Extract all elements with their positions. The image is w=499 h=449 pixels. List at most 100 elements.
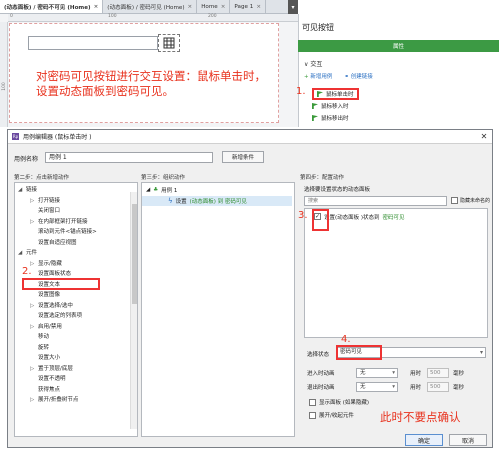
tree-item[interactable]: ▷ 在内部框架打开链接 bbox=[18, 217, 97, 228]
tab-label: 属性 bbox=[392, 44, 404, 50]
enter-animation-label: 进入时动画 bbox=[307, 371, 335, 377]
push-widgets-checkbox[interactable]: 展开/收起元件 bbox=[309, 411, 354, 419]
tree-item-label: 设置自适应视图 bbox=[38, 239, 77, 246]
event-mouseenter[interactable]: 鼠标移入时 bbox=[312, 102, 349, 110]
case-node[interactable]: ◢ ♣ 用例 1 bbox=[146, 186, 177, 194]
tree-item[interactable]: 设置不透明 bbox=[18, 374, 97, 385]
create-link-link[interactable]: ⚭ 创建链接 bbox=[344, 72, 372, 80]
highlight-box bbox=[336, 345, 382, 360]
tab-home[interactable]: Home × bbox=[197, 0, 231, 13]
expand-arrow-icon[interactable]: ◢ bbox=[18, 248, 26, 259]
action-prefix: 设置 bbox=[175, 199, 187, 205]
new-case-link[interactable]: + 新增用例 bbox=[304, 72, 332, 80]
tree-item[interactable]: ▷ 设置选择/选中 bbox=[18, 301, 97, 312]
highlight-box bbox=[312, 209, 329, 231]
vertical-ruler: 100 bbox=[0, 22, 8, 127]
tab-password-visible[interactable]: (动态面板) / 密码可见 (Home) × bbox=[103, 0, 198, 13]
close-icon[interactable]: ✕ bbox=[477, 131, 491, 142]
checkbox-box[interactable] bbox=[451, 197, 458, 204]
tree-item[interactable]: ◢ 元件 bbox=[18, 248, 97, 259]
tree-item-label: 在内部框架打开链接 bbox=[38, 218, 88, 225]
flag-icon bbox=[312, 103, 318, 109]
checkbox-box[interactable] bbox=[309, 411, 316, 419]
expand-arrow-icon[interactable]: ▷ bbox=[30, 322, 38, 333]
visible-button-widget[interactable] bbox=[158, 34, 180, 52]
case-name-input[interactable]: 用例 1 bbox=[45, 152, 213, 163]
event-label: 鼠标移入时 bbox=[321, 104, 349, 110]
tree-item[interactable]: ◢ 链接 bbox=[18, 185, 97, 196]
tree-item-label: 设置面板状态 bbox=[38, 271, 72, 277]
grid-icon bbox=[163, 37, 175, 49]
tab-properties[interactable]: 属性 bbox=[298, 40, 499, 52]
tree-item[interactable]: ▷ 展开/折叠树节点 bbox=[18, 395, 97, 406]
expand-arrow-icon[interactable]: ◢ bbox=[18, 185, 26, 196]
expand-arrow-icon[interactable]: ▷ bbox=[30, 217, 38, 228]
exit-duration-input[interactable]: 500 bbox=[427, 382, 449, 392]
close-icon[interactable]: × bbox=[188, 4, 193, 10]
widget-name: 可见按钮 bbox=[302, 23, 334, 32]
action-tree: ◢ 链接 ▷ 打开链接 关闭窗口 ▷ 在内部框架打开链接 滚动到元件<锚点链接> 设置自适应视图… bbox=[18, 185, 97, 406]
close-icon[interactable]: × bbox=[94, 4, 99, 10]
step-marker: 2. bbox=[22, 266, 32, 277]
tree-item[interactable]: 设置选定的列表项 bbox=[18, 311, 97, 322]
tree-item-label: 设置不透明 bbox=[38, 376, 66, 382]
tree-item-label: 打开链接 bbox=[38, 197, 61, 204]
action-item-selected[interactable]: ϟ 设置 (动态面板) 到 密码可见 bbox=[142, 196, 292, 206]
checkbox-label: 展开/收起元件 bbox=[319, 413, 354, 419]
panel-row-label: 设置(动态面板 )状态到 bbox=[324, 214, 380, 221]
tree-item-label: 启用/禁用 bbox=[38, 323, 62, 330]
exit-animation-label: 退出时动画 bbox=[307, 385, 335, 391]
enter-animation-select[interactable]: 无 bbox=[356, 368, 398, 378]
tree-item[interactable]: 设置大小 bbox=[18, 353, 97, 364]
expand-arrow-icon[interactable]: ▷ bbox=[30, 395, 38, 406]
checkbox-label: 显示面板 (如果隐藏) bbox=[319, 400, 370, 406]
close-icon[interactable]: × bbox=[221, 4, 226, 10]
tab-password-hidden[interactable]: (动态面板) / 密码不可见 (Home) × bbox=[0, 0, 104, 13]
hide-unnamed-checkbox[interactable]: 隐藏未命名的 bbox=[451, 197, 490, 204]
tree-item[interactable]: ▷ 置于顶层/底层 bbox=[18, 364, 97, 375]
tree-item[interactable]: 旋转 bbox=[18, 343, 97, 354]
interaction-section[interactable]: ∨ 交互 bbox=[304, 59, 322, 68]
panel-row-state: 密码可见 bbox=[382, 214, 405, 221]
annotation-text: 此时不要点确认 bbox=[380, 410, 461, 424]
enter-duration-input[interactable]: 500 bbox=[427, 368, 449, 378]
tree-item[interactable]: 滚动到元件<锚点链接> bbox=[18, 227, 97, 238]
expand-arrow-icon[interactable]: ▷ bbox=[30, 196, 38, 207]
tree-item[interactable]: 移动 bbox=[18, 332, 97, 343]
cancel-button[interactable]: 取消 bbox=[449, 434, 487, 446]
panel-search-input[interactable] bbox=[304, 196, 447, 206]
organize-actions-pane bbox=[141, 182, 295, 437]
event-onclick[interactable]: 鼠标单击时 bbox=[312, 88, 359, 100]
expand-arrow-icon[interactable]: ▷ bbox=[30, 364, 38, 375]
tab-page1[interactable]: Page 1 × bbox=[230, 0, 266, 13]
tree-item-label: 设置选定的列表项 bbox=[38, 313, 83, 319]
checkbox-box[interactable] bbox=[309, 398, 316, 406]
tree-item[interactable]: 获得焦点 bbox=[18, 385, 97, 396]
link-label: 创建链接 bbox=[350, 74, 373, 80]
tree-item[interactable]: 设置图像 bbox=[18, 290, 97, 301]
add-condition-button[interactable]: 新增条件 bbox=[222, 151, 264, 163]
tree-item-label: 旋转 bbox=[38, 344, 50, 351]
tree-item[interactable]: ▷ 启用/禁用 bbox=[18, 322, 97, 333]
tree-item[interactable]: 关闭窗口 bbox=[18, 206, 97, 217]
exit-animation-select[interactable]: 无 bbox=[356, 382, 398, 392]
ok-button[interactable]: 确定 bbox=[405, 434, 443, 446]
tree-item-label: 关闭窗口 bbox=[38, 208, 61, 214]
ms-label: 毫秒 bbox=[453, 371, 465, 377]
flag-icon bbox=[317, 91, 323, 97]
tree-item[interactable]: 设置自适应视图 bbox=[18, 238, 97, 249]
expand-arrow-icon[interactable]: ▷ bbox=[30, 301, 38, 312]
event-mouseleave[interactable]: 鼠标移出时 bbox=[312, 114, 349, 122]
step-marker: 1. bbox=[296, 86, 306, 97]
scrollbar[interactable] bbox=[130, 192, 137, 429]
scrollbar-thumb[interactable] bbox=[132, 204, 137, 304]
show-panel-checkbox[interactable]: 显示面板 (如果隐藏) bbox=[309, 398, 369, 406]
step3-heading: 第三步：组织动作 bbox=[141, 175, 186, 181]
close-icon[interactable]: × bbox=[256, 4, 261, 10]
tree-item[interactable]: ▷ 打开链接 bbox=[18, 196, 97, 207]
ruler-tick: 100 bbox=[108, 14, 117, 19]
tree-item-label: 置于顶层/底层 bbox=[38, 365, 73, 372]
password-textbox-widget[interactable] bbox=[28, 36, 158, 50]
tab-label: Home bbox=[201, 3, 218, 10]
tab-overflow-button[interactable]: ▾ bbox=[288, 0, 298, 14]
